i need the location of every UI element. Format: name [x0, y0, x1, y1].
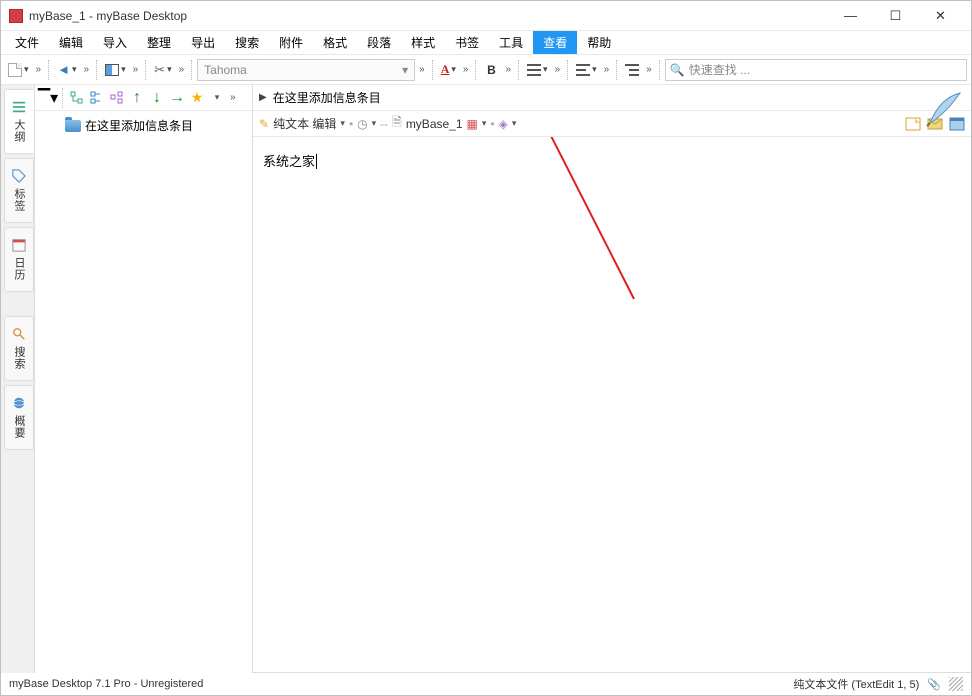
new-document-button[interactable]: ▾	[5, 59, 32, 81]
menubar: 文件 编辑 导入 整理 导出 搜索 附件 格式 段落 样式 书签 工具 查看 帮…	[1, 31, 971, 55]
menu-tools[interactable]: 工具	[489, 31, 533, 54]
calendar-icon	[12, 238, 26, 252]
overflow-icon[interactable]: »	[177, 64, 187, 75]
tree-menu-button[interactable]: ▔▾	[39, 89, 57, 107]
db-icon: 🗎	[392, 113, 402, 134]
breadcrumb-arrow-icon: ▶	[259, 92, 267, 103]
app-logo-icon	[9, 9, 23, 23]
pencil-icon: ✎	[259, 117, 269, 131]
tree-star-button[interactable]: ★	[188, 89, 206, 107]
menu-bookmark[interactable]: 书签	[445, 31, 489, 54]
menu-attach[interactable]: 附件	[269, 31, 313, 54]
overflow-icon[interactable]: »	[503, 64, 513, 75]
maximize-button[interactable]: ☐	[873, 2, 918, 30]
vtab-calendar[interactable]: 日历	[4, 227, 34, 292]
cut-button[interactable]: ✂▾	[151, 59, 174, 81]
tree-toolbar: ▔▾ ↑ ↓ → ★ ▾ »	[35, 85, 252, 111]
back-button[interactable]: ◄▾	[54, 59, 79, 81]
menu-style[interactable]: 样式	[401, 31, 445, 54]
overflow-icon[interactable]: »	[602, 64, 612, 75]
tree-item-label: 在这里添加信息条目	[85, 117, 193, 134]
tree-up-button[interactable]: ↑	[128, 89, 146, 107]
vtab-outline[interactable]: 大纲	[4, 89, 34, 154]
edit-mode-label[interactable]: 纯文本 编辑	[273, 115, 336, 132]
tag-icon	[12, 169, 26, 183]
font-name: Tahoma	[204, 63, 247, 77]
menu-import[interactable]: 导入	[93, 31, 137, 54]
quick-search-input[interactable]: 🔍 快速查找 ...	[665, 59, 967, 81]
overflow-icon[interactable]: »	[131, 64, 141, 75]
tree-node3-icon[interactable]	[108, 89, 126, 107]
clock-icon[interactable]: ◷	[357, 117, 367, 131]
window-title: myBase_1 - myBase Desktop	[29, 9, 828, 23]
vtab-tags[interactable]: 标签	[4, 158, 34, 223]
menu-help[interactable]: 帮助	[577, 31, 621, 54]
outline-tree[interactable]: 在这里添加信息条目	[35, 111, 252, 673]
font-color-button[interactable]: A▾	[438, 59, 459, 81]
tree-right-button[interactable]: →	[168, 89, 186, 107]
align-button[interactable]: ▾	[573, 59, 600, 81]
calendar-small-icon[interactable]: ▦	[467, 117, 478, 131]
bold-button[interactable]: B	[481, 59, 501, 81]
main-toolbar: ▾ » ◄▾ » ▾ » ✂▾ » Tahoma ▾ » A▾ » B » ▾ …	[1, 55, 971, 85]
folder-icon	[65, 120, 81, 132]
search-placeholder: 快速查找 ...	[689, 61, 750, 78]
tree-dropdown[interactable]: ▾	[208, 89, 226, 107]
vtab-overview[interactable]: 概要	[4, 385, 34, 450]
dropdown-icon: ▾	[402, 63, 408, 77]
side-tabs: 大纲 标签 日历 搜索 概要	[1, 85, 35, 673]
menu-search[interactable]: 搜索	[225, 31, 269, 54]
tree-node2-icon[interactable]	[88, 89, 106, 107]
overflow-icon[interactable]: »	[644, 64, 654, 75]
annotation-arrow	[253, 137, 953, 657]
breadcrumb-text[interactable]: 在这里添加信息条目	[273, 89, 381, 106]
vtab-search[interactable]: 搜索	[4, 316, 34, 381]
menu-edit[interactable]: 编辑	[49, 31, 93, 54]
note-icon[interactable]	[905, 117, 921, 131]
search-icon: 🔍	[670, 63, 685, 77]
feather-icon	[925, 88, 965, 128]
tree-down-button[interactable]: ↓	[148, 89, 166, 107]
menu-export[interactable]: 导出	[181, 31, 225, 54]
font-combo[interactable]: Tahoma ▾	[197, 59, 415, 81]
menu-paragraph[interactable]: 段落	[357, 31, 401, 54]
text-editor[interactable]: 系统之家	[253, 137, 971, 673]
panes-button[interactable]: ▾	[102, 59, 129, 81]
globe-icon	[12, 396, 26, 410]
resize-grip[interactable]	[949, 677, 963, 691]
overflow-icon[interactable]: »	[461, 64, 471, 75]
db-name[interactable]: myBase_1	[406, 117, 463, 131]
status-attachment-icon[interactable]: 📎	[927, 678, 941, 691]
menu-file[interactable]: 文件	[5, 31, 49, 54]
tree-node1-icon[interactable]	[68, 89, 86, 107]
overflow-icon[interactable]: »	[417, 64, 427, 75]
menu-view[interactable]: 查看	[533, 31, 577, 54]
menu-format[interactable]: 格式	[313, 31, 357, 54]
overflow-icon[interactable]: »	[228, 92, 238, 103]
overflow-icon[interactable]: »	[34, 64, 44, 75]
overflow-icon[interactable]: »	[82, 64, 92, 75]
outline-icon	[12, 100, 26, 114]
list-button[interactable]: ▾	[524, 59, 551, 81]
indent-button[interactable]	[622, 59, 642, 81]
tree-root-item[interactable]: 在这里添加信息条目	[37, 115, 250, 136]
overflow-icon[interactable]: »	[553, 64, 563, 75]
menu-organize[interactable]: 整理	[137, 31, 181, 54]
search-icon	[12, 327, 26, 341]
editor-content: 系统之家	[263, 154, 315, 169]
status-left: myBase Desktop 7.1 Pro - Unregistered	[9, 678, 203, 690]
close-button[interactable]: ✕	[918, 2, 963, 30]
tag-small-icon[interactable]: ◈	[499, 117, 508, 131]
minimize-button[interactable]: —	[828, 2, 873, 30]
status-right: 纯文本文件 (TextEdit 1, 5)	[793, 676, 919, 692]
